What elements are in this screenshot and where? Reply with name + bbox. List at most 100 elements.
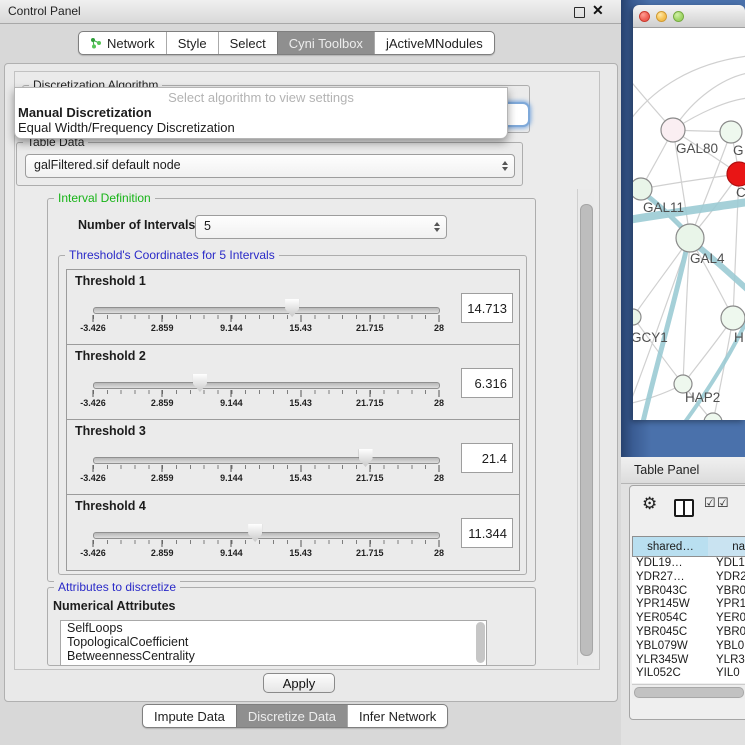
cell-name[interactable]: YDL1 [716, 557, 745, 571]
slider-track[interactable] [93, 307, 440, 314]
node-label: H [734, 330, 744, 345]
node-right-top[interactable] [720, 121, 742, 143]
slider-tick-label: -3.426 [80, 323, 106, 333]
cell-name[interactable]: YBR0 [716, 626, 745, 640]
slider-tick-label: 28 [434, 548, 444, 558]
slider-major-tick [231, 540, 232, 547]
column-header-shared-name[interactable]: shared… [632, 536, 709, 557]
threshold-value-field[interactable]: 21.4 [461, 443, 513, 473]
node-gal11[interactable] [633, 178, 652, 200]
tab-network[interactable]: Network [79, 32, 166, 54]
slider-track[interactable] [93, 382, 440, 389]
cell-shared-name[interactable]: YBL079W [636, 640, 710, 654]
threshold-value-field[interactable]: 14.713 [461, 293, 513, 323]
table-row[interactable]: YPR145W YPR1 [632, 598, 745, 612]
attribute-item[interactable]: TopologicalCoefficient [61, 635, 486, 649]
tab-style[interactable]: Style [166, 32, 218, 54]
slider-tick-label: -3.426 [80, 473, 106, 483]
cell-shared-name[interactable]: YBR043C [636, 585, 710, 599]
cell-shared-name[interactable]: YBR045C [636, 626, 710, 640]
table-row[interactable]: YDR27… YDR2 [632, 571, 745, 585]
tab-impute-data[interactable]: Impute Data [143, 705, 236, 727]
checkbox-icon-1[interactable]: ☑ [704, 495, 716, 511]
cell-shared-name[interactable]: YDL19… [636, 557, 710, 571]
network-canvas[interactable]: GAL80 G C GAL11 GAL4 GCY1 H HAP2 [633, 28, 745, 420]
table-row[interactable]: YIL052C YIL0 [632, 667, 745, 681]
scrollbar-thumb[interactable] [634, 687, 744, 698]
zoom-traffic-light[interactable] [673, 11, 684, 22]
cell-name[interactable]: YBR0 [716, 585, 745, 599]
window-titlebar[interactable] [633, 5, 745, 28]
attribute-item[interactable]: BetweennessCentrality [61, 649, 486, 663]
table-data-combobox[interactable]: galFiltered.sif default node [25, 154, 515, 178]
cell-name[interactable]: YBL0 [716, 640, 744, 654]
cell-name[interactable]: YER0 [716, 612, 745, 626]
group-title: Threshold's Coordinates for 5 Intervals [65, 248, 279, 262]
threshold-value-field[interactable]: 11.344 [461, 518, 513, 548]
tab-select[interactable]: Select [218, 32, 277, 54]
slider-major-tick [369, 465, 370, 472]
slider-track[interactable] [93, 532, 440, 539]
settings-scrollbar[interactable] [577, 189, 594, 665]
slider-major-tick [300, 465, 301, 472]
gear-icon[interactable]: ⚙ [642, 494, 657, 514]
cell-shared-name[interactable]: YPR145W [636, 598, 710, 612]
number-of-intervals-combobox[interactable]: 5 [195, 215, 447, 239]
dropdown-option-equal-width[interactable]: Equal Width/Frequency Discretization [15, 120, 507, 135]
attribute-item[interactable]: SelfLoops [61, 621, 486, 635]
algorithm-dropdown-popup: Select algorithm to view settings Manual… [14, 87, 508, 139]
apply-button[interactable]: Apply [263, 673, 335, 693]
node-gal80[interactable] [661, 118, 685, 142]
threshold-value-field[interactable]: 6.316 [461, 368, 513, 398]
node-gal4[interactable] [676, 224, 704, 252]
cyni-toolbox-panel: Discretization Algorithm Select algorith… [4, 63, 618, 702]
node-red[interactable] [727, 162, 745, 186]
slider-major-tick [300, 390, 301, 397]
column-layout-icon[interactable] [674, 499, 694, 517]
cell-shared-name[interactable]: YER054C [636, 612, 710, 626]
list-scrollbar[interactable] [476, 622, 485, 663]
interval-definition-group: Interval Definition Number of Intervals … [47, 198, 536, 582]
table-row[interactable]: YLR345W YLR3 [632, 654, 745, 668]
threshold-label: Threshold 1 [75, 274, 146, 288]
node-label: GAL11 [643, 200, 684, 215]
tab-discretize-data[interactable]: Discretize Data [236, 705, 347, 727]
minimize-traffic-light[interactable] [656, 11, 667, 22]
cell-shared-name[interactable]: YIL052C [636, 667, 710, 681]
tab-infer-network[interactable]: Infer Network [347, 705, 447, 727]
table-row[interactable]: YBL079W YBL0 [632, 640, 745, 654]
close-icon[interactable]: ✕ [592, 2, 604, 19]
cell-shared-name[interactable]: YDR27… [636, 571, 710, 585]
dropdown-option-manual[interactable]: Manual Discretization [15, 105, 507, 120]
node-right-low[interactable] [721, 306, 745, 330]
table-row[interactable]: YDL19… YDL1 [632, 557, 745, 571]
node-label: GAL80 [676, 141, 718, 156]
table-row[interactable]: YBR043C YBR0 [632, 585, 745, 599]
tab-cyni-toolbox[interactable]: Cyni Toolbox [277, 32, 374, 54]
slider-tick-label: 2.859 [151, 323, 174, 333]
slider-tick-label: 9.144 [220, 323, 243, 333]
checkbox-icon-2[interactable]: ☑ [717, 495, 729, 511]
scrollbar-thumb[interactable] [580, 204, 593, 656]
column-header-name[interactable]: name [708, 536, 745, 557]
tab-jactivemnodules[interactable]: jActiveMNodules [374, 32, 494, 54]
slider-tick-label: 2.859 [151, 398, 174, 408]
slider-major-tick [300, 540, 301, 547]
cell-name[interactable]: YLR3 [716, 654, 745, 668]
slider-major-tick [162, 540, 163, 547]
float-window-icon[interactable] [574, 7, 585, 18]
numerical-attributes-list[interactable]: SelfLoopsTopologicalCoefficientBetweenne… [60, 620, 487, 666]
close-traffic-light[interactable] [639, 11, 650, 22]
thresholds-group: Threshold's Coordinates for 5 Intervals … [58, 255, 527, 575]
table-hscrollbar[interactable] [632, 684, 745, 699]
cell-shared-name[interactable]: YLR345W [636, 654, 710, 668]
node-gcy1[interactable] [633, 309, 641, 325]
slider-track[interactable] [93, 457, 440, 464]
cell-name[interactable]: YDR2 [716, 571, 745, 585]
table-row[interactable]: YBR045C YBR0 [632, 626, 745, 640]
table-row[interactable]: YER054C YER0 [632, 612, 745, 626]
top-tab-bar: Network Style Select Cyni Toolbox jActiv… [78, 31, 495, 55]
cell-name[interactable]: YIL0 [716, 667, 740, 681]
table-panel-titlebar: Table Panel [621, 457, 745, 484]
cell-name[interactable]: YPR1 [716, 598, 745, 612]
